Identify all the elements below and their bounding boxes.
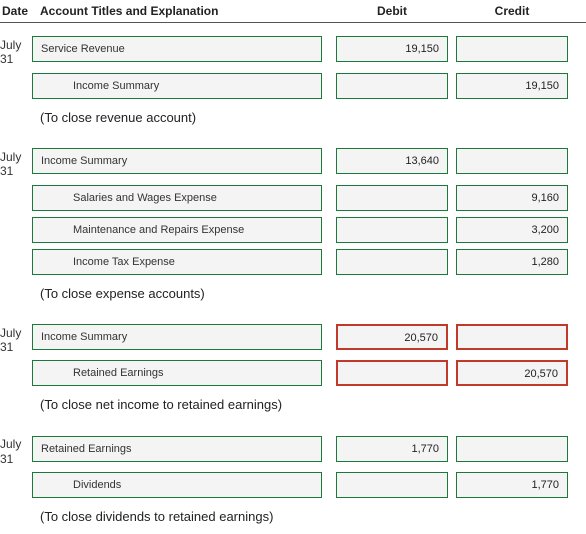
debit-input[interactable] [336, 217, 448, 243]
entry-group: July31Income Summary 13,640 Salaries and W… [0, 135, 586, 311]
credit-input[interactable]: 20,570 [456, 360, 568, 386]
journal-line: July31Retained Earnings 1,770 [0, 428, 586, 469]
account-cell: Maintenance and Repairs Expense [32, 217, 332, 243]
debit-cell [332, 360, 452, 386]
account-title-input[interactable]: Income Summary [32, 148, 322, 174]
account-title-input[interactable]: Service Revenue [32, 36, 322, 62]
credit-input[interactable]: 19,150 [456, 73, 568, 99]
account-title-input[interactable]: Income Tax Expense [32, 249, 322, 275]
account-cell: Income Summary [32, 73, 332, 99]
account-title-input[interactable]: Maintenance and Repairs Expense [32, 217, 322, 243]
entry-caption: (To close dividends to retained earnings… [0, 501, 586, 534]
debit-cell: 13,640 [332, 148, 452, 174]
date-cell [0, 360, 32, 366]
credit-input[interactable]: 1,280 [456, 249, 568, 275]
journal-line: Income Summary 19,150 [0, 70, 586, 102]
debit-cell: 20,570 [332, 324, 452, 350]
credit-cell [452, 36, 572, 62]
account-cell: Dividends [32, 472, 332, 498]
account-title-input[interactable]: Income Summary [32, 73, 322, 99]
entry-caption: (To close net income to retained earning… [0, 389, 586, 422]
debit-cell [332, 217, 452, 243]
credit-cell [452, 148, 572, 174]
account-title-input[interactable]: Salaries and Wages Expense [32, 185, 322, 211]
journal-entries: July31Service Revenue19,150Income Summar… [0, 23, 586, 534]
credit-input[interactable] [456, 436, 568, 462]
account-title-input[interactable]: Income Summary [32, 324, 322, 350]
credit-cell: 9,160 [452, 185, 572, 211]
journal-line: Income Tax Expense 1,280 [0, 246, 586, 278]
debit-input[interactable]: 19,150 [336, 36, 448, 62]
credit-input[interactable]: 3,200 [456, 217, 568, 243]
credit-cell [452, 436, 572, 462]
journal-line: July31Income Summary 20,570 [0, 317, 586, 358]
entry-group: July31Retained Earnings 1,770 Dividends 1,7… [0, 422, 586, 534]
debit-cell: 1,770 [332, 436, 452, 462]
journal-line: Retained Earnings 20,570 [0, 357, 586, 389]
credit-input[interactable]: 1,770 [456, 472, 568, 498]
credit-input[interactable] [456, 324, 568, 350]
account-cell: Income Summary [32, 148, 332, 174]
journal-line: July31Income Summary 13,640 [0, 141, 586, 182]
journal-line: Salaries and Wages Expense 9,160 [0, 182, 586, 214]
date-cell: July31 [0, 431, 32, 466]
credit-input[interactable] [456, 148, 568, 174]
date-cell: July31 [0, 320, 32, 355]
journal-line: Dividends 1,770 [0, 469, 586, 501]
entry-group: July31Income Summary20,570Retained Earni… [0, 311, 586, 423]
debit-input[interactable] [336, 472, 448, 498]
credit-input[interactable] [456, 36, 568, 62]
account-cell: Income Tax Expense [32, 249, 332, 275]
journal-line: July31Service Revenue 19,150 [0, 29, 586, 70]
debit-cell [332, 185, 452, 211]
date-cell [0, 73, 32, 79]
entry-caption: (To close expense accounts) [0, 278, 586, 311]
credit-cell: 1,280 [452, 249, 572, 275]
header-credit: Credit [452, 4, 572, 18]
journal-line: Maintenance and Repairs Expense 3,200 [0, 214, 586, 246]
header-debit: Debit [332, 4, 452, 18]
date-cell [0, 185, 32, 191]
debit-input[interactable] [336, 360, 448, 386]
entry-caption: (To close revenue account) [0, 102, 586, 135]
header-date: Date [0, 4, 32, 18]
date-cell: July31 [0, 32, 32, 67]
debit-input[interactable] [336, 185, 448, 211]
account-cell: Service Revenue [32, 36, 332, 62]
credit-cell [452, 324, 572, 350]
debit-cell [332, 472, 452, 498]
debit-input[interactable]: 1,770 [336, 436, 448, 462]
date-cell [0, 472, 32, 478]
account-cell: Retained Earnings [32, 436, 332, 462]
account-title-input[interactable]: Retained Earnings [32, 436, 322, 462]
date-cell: July31 [0, 144, 32, 179]
account-cell: Retained Earnings [32, 360, 332, 386]
debit-cell: 19,150 [332, 36, 452, 62]
debit-cell [332, 73, 452, 99]
debit-input[interactable]: 20,570 [336, 324, 448, 350]
debit-cell [332, 249, 452, 275]
credit-cell: 1,770 [452, 472, 572, 498]
credit-cell: 20,570 [452, 360, 572, 386]
credit-input[interactable]: 9,160 [456, 185, 568, 211]
date-cell [0, 217, 32, 223]
account-title-input[interactable]: Dividends [32, 472, 322, 498]
account-cell: Salaries and Wages Expense [32, 185, 332, 211]
debit-input[interactable] [336, 249, 448, 275]
date-cell [0, 249, 32, 255]
table-header: Date Account Titles and Explanation Debi… [0, 0, 586, 23]
account-cell: Income Summary [32, 324, 332, 350]
entry-group: July31Service Revenue19,150Income Summar… [0, 23, 586, 135]
debit-input[interactable] [336, 73, 448, 99]
account-title-input[interactable]: Retained Earnings [32, 360, 322, 386]
credit-cell: 19,150 [452, 73, 572, 99]
credit-cell: 3,200 [452, 217, 572, 243]
debit-input[interactable]: 13,640 [336, 148, 448, 174]
header-account: Account Titles and Explanation [32, 4, 332, 18]
